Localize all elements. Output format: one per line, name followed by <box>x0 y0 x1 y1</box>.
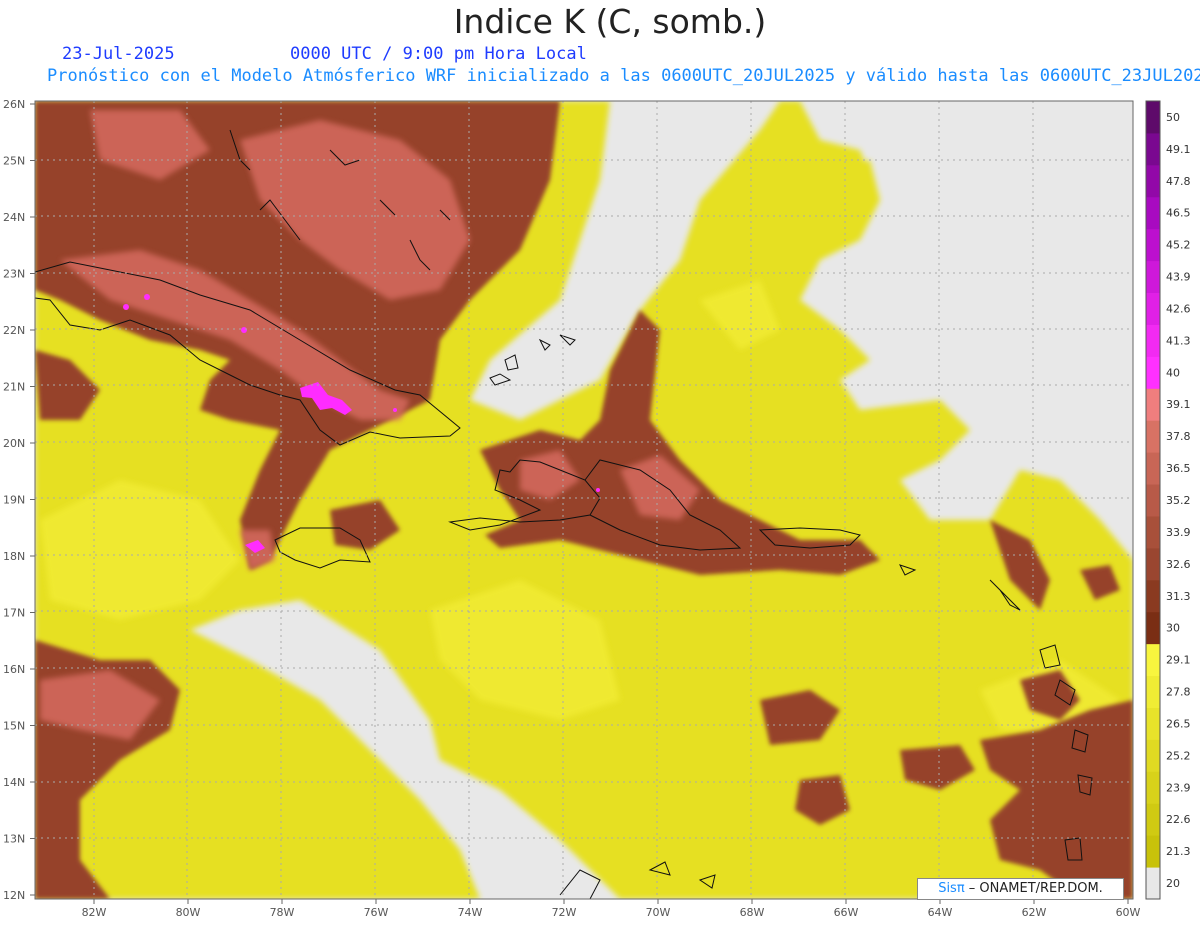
latitude-label: 15N <box>3 720 25 733</box>
colorbar-label: 27.8 <box>1166 686 1191 699</box>
colorbar-swatch <box>1146 228 1160 262</box>
credit-brand: Sisπ <box>938 881 965 896</box>
longitude-label: 60W <box>1116 906 1141 919</box>
latitude-label: 25N <box>3 155 25 168</box>
longitude-label: 74W <box>458 906 483 919</box>
longitude-label: 68W <box>740 906 765 919</box>
longitude-label: 64W <box>928 906 953 919</box>
colorbar: 20 21.3 22.6 23.9 25.2 26.5 27.8 29.1 30 31.3 32.6… <box>1145 100 1191 900</box>
colorbar-label: 21.3 <box>1166 845 1191 858</box>
k-index-map: 26N 25N 24N 23N 22N 21N 20N 19N 18N 17N 16N 15N 14N 1… <box>3 98 1191 919</box>
colorbar-label: 29.1 <box>1166 654 1191 667</box>
colorbar-swatch <box>1146 452 1160 485</box>
colorbar-label: 22.6 <box>1166 813 1191 826</box>
colorbar-label: 35.2 <box>1166 494 1191 507</box>
colorbar-swatch <box>1146 835 1160 868</box>
latitude-label: 12N <box>3 889 25 902</box>
colorbar-swatch <box>1146 579 1160 613</box>
colorbar-swatch <box>1146 771 1160 804</box>
colorbar-label: 30 <box>1166 622 1180 635</box>
latitude-label: 23N <box>3 268 25 281</box>
colorbar-swatch <box>1146 803 1160 836</box>
latitude-axis: 26N 25N 24N 23N 22N 21N 20N 19N 18N 17N 16N 15N 14N 1… <box>3 98 35 902</box>
colorbar-label: 33.9 <box>1166 526 1191 539</box>
longitude-axis: 82W 80W 78W 76W 74W 72W 70W 68W 66W 64W 62W 60W <box>82 899 1141 919</box>
k-index-field <box>35 101 1133 899</box>
colorbar-swatch <box>1146 611 1160 645</box>
colorbar-label: 45.2 <box>1166 239 1191 252</box>
latitude-label: 13N <box>3 833 25 846</box>
colorbar-label: 47.8 <box>1166 175 1191 188</box>
colorbar-label: 25.2 <box>1166 749 1191 762</box>
colorbar-swatch <box>1146 515 1160 549</box>
longitude-label: 70W <box>646 906 671 919</box>
colorbar-label: 46.5 <box>1166 207 1191 220</box>
latitude-label: 16N <box>3 663 25 676</box>
longitude-label: 66W <box>834 906 859 919</box>
colorbar-swatch <box>1146 356 1160 389</box>
longitude-label: 80W <box>176 906 201 919</box>
colorbar-label: 36.5 <box>1166 462 1191 475</box>
colorbar-swatch <box>1146 484 1160 517</box>
colorbar-label: 42.6 <box>1166 302 1191 315</box>
colorbar-swatch <box>1146 420 1160 453</box>
longitude-label: 62W <box>1022 906 1047 919</box>
colorbar-label: 23.9 <box>1166 781 1191 794</box>
colorbar-swatch <box>1146 164 1160 198</box>
colorbar-swatch <box>1146 132 1160 166</box>
colorbar-swatch <box>1146 675 1160 708</box>
credit-text: – ONAMET/REP.DOM. <box>964 881 1103 896</box>
latitude-label: 22N <box>3 324 25 337</box>
colorbar-label: 32.6 <box>1166 558 1191 571</box>
longitude-label: 76W <box>364 906 389 919</box>
latitude-label: 24N <box>3 211 25 224</box>
colorbar-label: 40 <box>1166 366 1180 379</box>
colorbar-label: 26.5 <box>1166 717 1191 730</box>
colorbar-swatch <box>1146 101 1160 134</box>
colorbar-swatch <box>1146 292 1160 325</box>
colorbar-swatch <box>1146 707 1160 740</box>
longitude-label: 72W <box>552 906 577 919</box>
colorbar-label: 49.1 <box>1166 143 1191 156</box>
colorbar-swatch <box>1146 547 1160 581</box>
latitude-label: 21N <box>3 381 25 394</box>
colorbar-label: 41.3 <box>1166 334 1191 347</box>
longitude-label: 82W <box>82 906 107 919</box>
colorbar-label: 43.9 <box>1166 271 1191 284</box>
colorbar-label: 37.8 <box>1166 430 1191 443</box>
colorbar-swatch <box>1146 739 1160 772</box>
latitude-label: 20N <box>3 437 25 450</box>
longitude-label: 78W <box>270 906 295 919</box>
latitude-label: 19N <box>3 494 25 507</box>
colorbar-label: 31.3 <box>1166 590 1191 603</box>
colorbar-swatch <box>1146 867 1160 900</box>
colorbar-label: 39.1 <box>1166 398 1191 411</box>
colorbar-swatch <box>1146 643 1160 677</box>
latitude-label: 18N <box>3 550 25 563</box>
credit-box: Sisπ – ONAMET/REP.DOM. <box>917 878 1124 900</box>
latitude-label: 14N <box>3 776 25 789</box>
colorbar-swatch <box>1146 324 1160 357</box>
colorbar-swatch <box>1146 388 1160 421</box>
latitude-label: 17N <box>3 607 25 620</box>
colorbar-label: 50 <box>1166 111 1180 124</box>
colorbar-label: 20 <box>1166 877 1180 890</box>
colorbar-swatch <box>1146 196 1160 230</box>
colorbar-swatch <box>1146 260 1160 294</box>
latitude-label: 26N <box>3 98 25 111</box>
